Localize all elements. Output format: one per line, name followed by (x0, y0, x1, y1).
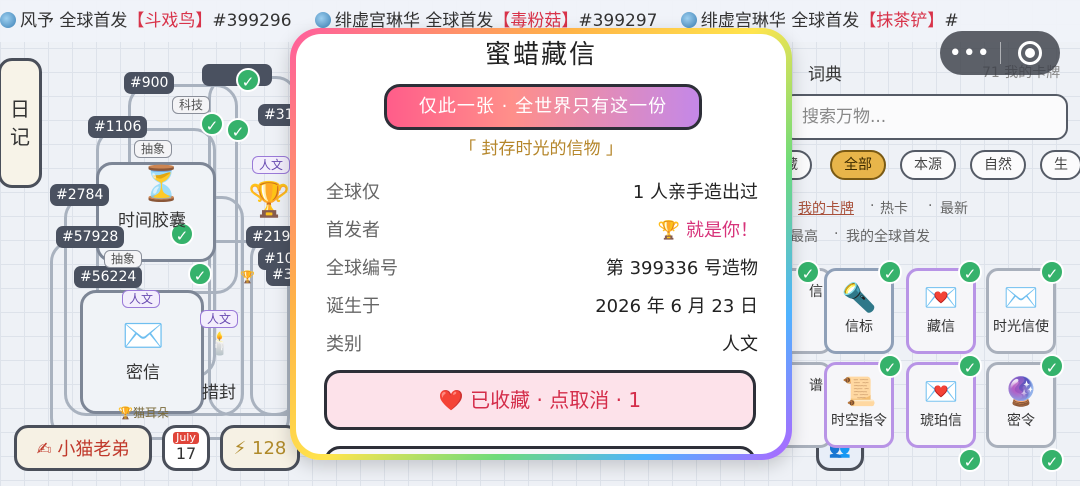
info-value: 2026 年 6 月 23 日 (595, 296, 758, 317)
credit-text: 🏆猫耳朵 (118, 406, 169, 420)
node-label: 措封 (202, 383, 236, 403)
info-key: 诞生于 (326, 296, 380, 317)
card-detail-modal: 蜜蜡藏信 仅此一张 · 全世界只有这一份 「 封存时光的信物 」 全球仅 1 人… (290, 28, 792, 460)
miniapp-capsule: ••• (940, 31, 1060, 75)
trophy-small-icon: 🏆 (240, 270, 255, 284)
love-letter-icon: 💌 (923, 375, 959, 408)
unique-banner: 仅此一张 · 全世界只有这一份 (384, 84, 702, 130)
check-icon: ✓ (958, 354, 982, 378)
card-quote: 「 封存时光的信物 」 (459, 139, 623, 159)
category-chip: 抽象 (134, 140, 173, 158)
node-id-tag: #900 (124, 72, 175, 94)
crystal-ball-icon: 🔮 (1003, 375, 1039, 408)
secondary-button[interactable] (324, 446, 756, 454)
calendar-button[interactable]: July 17 (162, 425, 210, 471)
diary-button[interactable]: 日 记 (0, 58, 42, 188)
globe-icon (314, 12, 331, 28)
node-id-tag: #2784 (50, 184, 110, 206)
unfavorite-button[interactable]: ❤️ 已收藏 · 点取消 · 1 (324, 370, 756, 430)
info-row: 全球编号 第 399336 号造物 (326, 254, 758, 284)
info-value: 人文 (722, 334, 758, 355)
check-icon: ✓ (188, 262, 212, 286)
sort-option[interactable]: 最高 (790, 226, 818, 246)
hourglass-icon: ⏳ (140, 164, 183, 204)
info-key: 全球编号 (326, 258, 398, 279)
scroll-icon: 📜 (841, 375, 877, 408)
dictionary-title: 词典 (808, 65, 842, 85)
filter-chip-active[interactable]: 全部 (830, 150, 886, 180)
energy-button[interactable]: ⚡ 128 (220, 425, 300, 471)
category-chip: 人文 (122, 290, 161, 308)
user-button[interactable]: ✍ 小猫老弟 (14, 425, 152, 471)
envelope-icon: ✉️ (122, 316, 165, 356)
diary-label-1: 日 (10, 97, 30, 121)
info-row: 全球仅 1 人亲手造出过 (326, 178, 758, 208)
node-id-tag: #56224 (74, 266, 143, 288)
check-icon: ✓ (200, 112, 224, 136)
sort-option: · (928, 198, 933, 214)
sort-option: · (870, 198, 875, 214)
node-label: 时间胶囊 (118, 211, 186, 231)
modal-body: 蜜蜡藏信 仅此一张 · 全世界只有这一份 「 封存时光的信物 」 全球仅 1 人… (296, 34, 786, 454)
check-icon: ✓ (1040, 354, 1064, 378)
check-icon: ✓ (958, 448, 982, 472)
filter-chip[interactable]: 生 (1040, 150, 1080, 180)
info-key: 类别 (326, 334, 362, 355)
energy-label: ⚡ 128 (233, 437, 287, 459)
sort-option[interactable]: 热卡 (880, 198, 908, 218)
info-value: 第 399336 号造物 (605, 258, 758, 279)
info-key: 首发者 (326, 220, 380, 241)
filter-chip[interactable]: 自然 (970, 150, 1026, 180)
check-icon: ✓ (878, 354, 902, 378)
trophy-icon: 🏆 (248, 180, 291, 220)
info-row: 类别 人文 (326, 330, 758, 360)
ticker-item: 风予 全球首发【斗戏鸟】#399296 (0, 0, 292, 42)
globe-icon (0, 12, 16, 28)
sort-option: · (834, 226, 839, 242)
info-key: 全球仅 (326, 182, 380, 203)
envelope-icon: ✉️ (1003, 281, 1039, 314)
sort-option[interactable]: 我的全球首发 (846, 226, 930, 246)
check-icon: ✓ (1040, 260, 1064, 284)
close-miniapp-icon[interactable] (1000, 41, 1060, 65)
info-row: 诞生于 2026 年 6 月 23 日 (326, 292, 758, 322)
filter-chip[interactable]: 本源 (900, 150, 956, 180)
sort-option[interactable]: 我的卡牌 (798, 198, 854, 218)
calendar-day: 17 (175, 444, 197, 463)
sort-option[interactable]: 最新 (940, 198, 968, 218)
globe-icon (680, 12, 697, 28)
user-label: ✍ 小猫老弟 (36, 439, 130, 460)
flashlight-icon: 🔦 (841, 281, 877, 314)
node-id-tag: #1106 (88, 116, 148, 138)
diary-label-2: 记 (10, 125, 30, 149)
check-icon: ✓ (958, 260, 982, 284)
check-icon: ✓ (226, 118, 250, 142)
category-chip: 抽象 (104, 250, 143, 268)
check-icon: ✓ (1040, 448, 1064, 472)
check-icon: ✓ (796, 260, 820, 284)
category-chip: 人文 (200, 310, 239, 328)
category-chip: 科技 (172, 96, 211, 114)
info-value: 1 人亲手造出过 (632, 182, 758, 203)
check-icon: ✓ (236, 68, 260, 92)
check-icon: ✓ (878, 260, 902, 284)
search-input[interactable]: 搜索万物... (782, 94, 1068, 140)
node-label: 密信 (126, 363, 160, 383)
candle-icon: 🕯️ (206, 332, 234, 357)
love-letter-icon: 💌 (923, 281, 959, 314)
info-row: 首发者 🏆 就是你！ (326, 216, 758, 246)
modal-title: 蜜蜡藏信 (484, 40, 597, 70)
node-id-tag: #57928 (56, 226, 125, 248)
more-menu-icon[interactable]: ••• (940, 41, 1000, 66)
info-value: 🏆 就是你！ (657, 220, 758, 241)
category-chip: 人文 (252, 156, 291, 174)
calendar-month: July (173, 432, 199, 444)
